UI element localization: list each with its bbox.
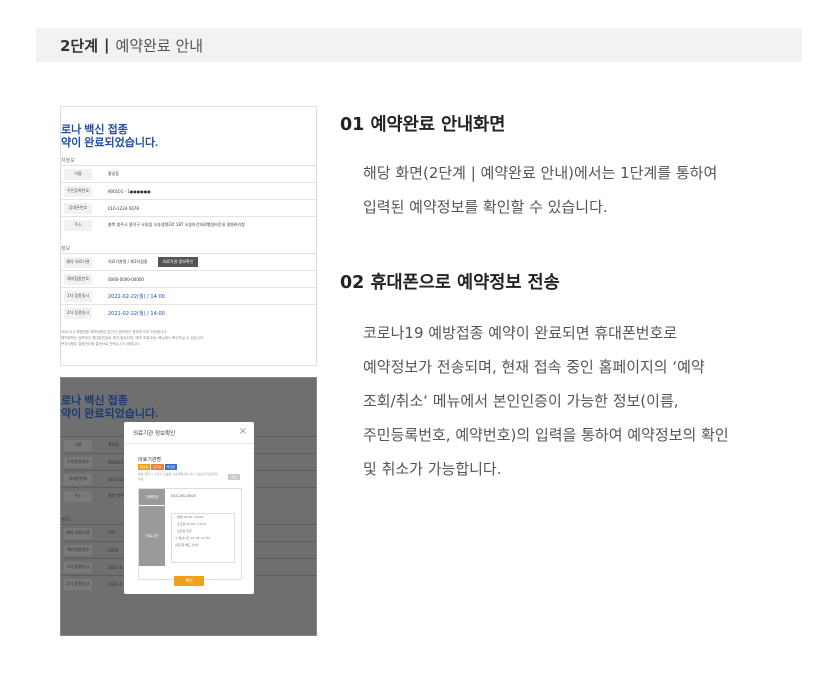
hours-label: 진료시간 (139, 506, 165, 566)
row-value: 충북 청주 (108, 493, 124, 498)
table-row: 예약 의료기관 의료기관명 / 제1차접종 의료기관 정보확인 (61, 253, 316, 270)
step-label: 예약완료 안내 (115, 36, 204, 55)
phone-value: 043-200-0000 (171, 494, 196, 498)
table-row: 주민등록번호 900101 - 1●●●●●● (61, 182, 316, 199)
row-value: 2021-02-22(월) / 14:00 (108, 293, 165, 300)
note-line: 문의사항은 질병관리청 콜센터로 연락주시기 바랍니다. (61, 342, 141, 346)
clinic-name: 의료기관명 (138, 457, 162, 463)
section-2-heading: 02 휴대폰으로 예약정보 전송 (340, 273, 560, 293)
table-row: 1차 접종일시 2021-02-22(월) / 14:00 (61, 287, 316, 304)
body-line: 코로나19 예방접종 예약이 완료되면 휴대폰번호로 (363, 324, 678, 342)
body-line: 및 취소가 가능합니다. (363, 460, 502, 478)
section-2-body: 코로나19 예방접종 예약이 완료되면 휴대폰번호로 예약정보가 전송되며, 현… (363, 316, 729, 486)
close-icon[interactable]: × (239, 426, 247, 437)
row-key: 1차 접종일시 (64, 561, 92, 573)
row-value: 의료기관명 / 제1차접종 (108, 259, 148, 264)
hours-list[interactable]: - 평일 09:00~18:00 - 토요일 09:00~13:00 - 일요일… (171, 513, 235, 563)
confirm-button[interactable]: 확인 (174, 576, 204, 586)
body-line: 조회/취소‘ 메뉴에서 본인인증이 가능한 정보(이름, (363, 392, 679, 410)
row-key: 주민등록번호 (64, 456, 92, 468)
row-value: 0000 (108, 547, 119, 553)
row-value: 0000-0000-00000 (108, 276, 144, 282)
row-key: 휴대폰번호 (64, 202, 92, 214)
row-key: 예약접종번호 (64, 273, 92, 285)
title-line-2: 약이 완료되었습니다. (61, 137, 159, 149)
list-item: (휴진일 별도 안내) (175, 543, 199, 547)
row-key: 예약 의료기관 (64, 527, 92, 539)
table-row: 휴대폰번호 010-1234-5678 (61, 199, 316, 216)
screenshot-title: 로나 백신 접종 약이 완료되었습니다. (61, 124, 158, 150)
section-1-heading: 01 예약완료 안내화면 (340, 115, 506, 135)
vaccine-badges: 화이자 모더나 백신명 (138, 464, 177, 470)
row-value: 2021-0 (108, 564, 123, 570)
table-row: 예약접종번호 0000-0000-00000 (61, 270, 316, 287)
row-key: 이름 (64, 168, 92, 180)
step-number: 2단계 (60, 36, 99, 55)
modal-title: 의료기관 정보확인 (124, 422, 254, 444)
vaccine-badge: 모더나 (151, 464, 164, 470)
row-key: 예약 의료기관 (64, 256, 92, 268)
row-value: 900101 - 1●●●●●● (108, 188, 151, 194)
vaccine-badge: 화이자 (138, 464, 151, 470)
title-line-2: 약이 완료되었습니다. (61, 408, 159, 420)
clinic-info-button[interactable]: 의료기관 정보확인 (157, 257, 199, 267)
body-line: 예약정보가 전송되며, 현재 접속 중인 홈페이지의 ‘예약 (363, 358, 705, 376)
row-value: 의료 (108, 530, 116, 535)
section-label: 자정보 (61, 158, 75, 164)
step-separator: | (104, 36, 110, 54)
list-item: ※ 점심시간 12:30~13:30 (175, 536, 211, 540)
vaccine-badge: 백신명 (164, 464, 177, 470)
clinic-info-modal-screenshot: 로나 백신 접종 약이 완료되었습니다. 이름 홍길동 주민등록번호 900101 … (60, 377, 317, 636)
row-value: 충북 청주시 흥덕구 오송읍 오송생명2로 187 오송보건의료행정타운내 질병… (108, 222, 245, 227)
row-value: 2021-0 (108, 581, 123, 587)
list-item: - 평일 09:00~18:00 (175, 515, 204, 519)
table-row: 2차 접종일시 2021-02-22(월) / 14:00 (61, 304, 316, 321)
row-key: 휴대폰번호 (64, 473, 92, 485)
table-row: 주소 충북 청주시 흥덕구 오송읍 오송생명2로 187 오송보건의료행정타운내 … (61, 216, 316, 233)
row-key: 주소 (64, 219, 92, 231)
row-key: 2차 접종일시 (64, 578, 92, 590)
screenshot-title: 로나 백신 접종 약이 완료되었습니다. (61, 395, 158, 421)
title-line-1: 로나 백신 접종 (61, 124, 128, 136)
row-key: 예약접종번호 (64, 544, 92, 556)
title-line-1: 로나 백신 접종 (61, 395, 128, 407)
body-line: 입력된 예약정보를 확인할 수 있습니다. (363, 198, 608, 216)
row-value: 2021-02-22(월) / 14:00 (108, 310, 165, 317)
row-key: 주민등록번호 (64, 185, 92, 197)
list-item: - 토요일 09:00~13:00 (175, 522, 207, 526)
clinic-info-table: 전화번호 043-200-0000 진료시간 - 평일 09:00~18:00 … (138, 488, 242, 580)
clinic-info-modal: 의료기관 정보확인 × 의료기관명 화이자 모더나 백신명 충북 청주시 흥덕구… (124, 422, 254, 594)
phone-label: 전화번호 (139, 489, 165, 505)
section-label: 정보 (61, 246, 71, 252)
section-1-body: 해당 화면(2단계 | 예약완료 안내)에서는 1단계를 통하여 입력된 예약정… (363, 156, 717, 224)
clinic-address: 충북 청주시 흥덕구 오송읍 오송생명2로 187 오송보건의료행정타운 (138, 472, 218, 481)
table-row: 이름 홍길동 (61, 165, 316, 182)
row-value: 홍길동 (108, 171, 120, 176)
row-value: 010-1234-5678 (108, 205, 139, 211)
row-key: 이름 (64, 439, 92, 451)
row-value: 900101 (108, 459, 124, 465)
body-line: 주민등록번호, 예약번호)의 입력을 통하여 예약정보의 확인 (363, 426, 729, 444)
row-key: 1차 접종일시 (64, 290, 92, 302)
section-label: 정보 (61, 517, 71, 523)
list-item: - 일요일 휴무 (175, 529, 192, 533)
map-button[interactable]: 지도 (228, 474, 240, 480)
notice-text: 코로나19 예방접종 예약내용은 본인이 입력하신 정보에 따라 처리됩니다. … (61, 329, 312, 347)
step-header: 2단계 | 예약완료 안내 (36, 28, 802, 62)
row-value: 홍길동 (108, 442, 120, 447)
row-key: 주소 (64, 490, 92, 502)
reservation-complete-screenshot: 로나 백신 접종 약이 완료되었습니다. 자정보 이름 홍길동 주민등록번호 900… (60, 106, 317, 366)
body-line: 해당 화면(2단계 | 예약완료 안내)에서는 1단계를 통하여 (363, 164, 718, 182)
row-key: 2차 접종일시 (64, 307, 92, 319)
